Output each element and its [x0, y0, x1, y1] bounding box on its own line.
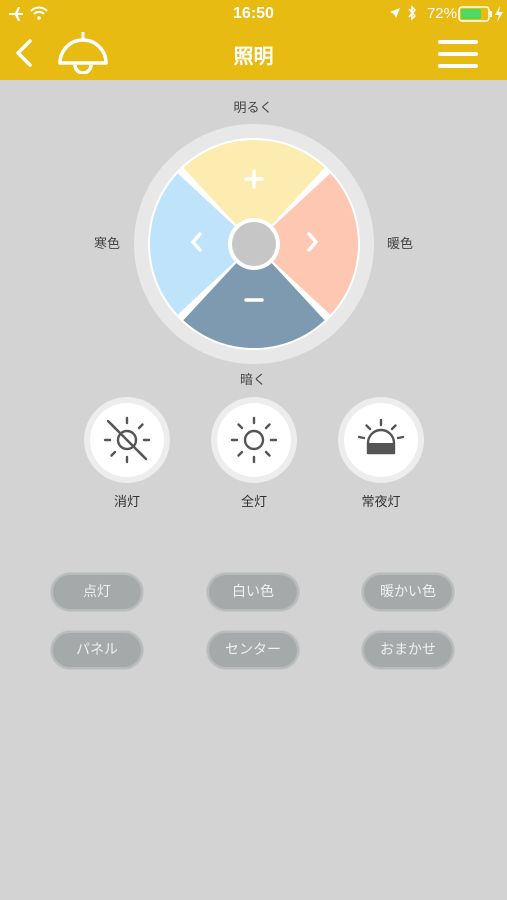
full-light-label: 全灯: [240, 495, 267, 510]
turn-on-button[interactable]: 点灯: [51, 573, 143, 611]
night-light-label: 常夜灯: [361, 495, 401, 510]
brighter-label: 明るく: [233, 101, 273, 116]
nav-bar: 照明: [0, 28, 507, 80]
light-control-dial: [134, 124, 374, 364]
status-bar: 16:50 72%: [0, 0, 507, 28]
darker-label: 暗く: [239, 373, 266, 388]
warm-color-button[interactable]: 暖かい色: [362, 573, 454, 611]
battery-percent: 72%: [426, 5, 457, 22]
menu-button[interactable]: [437, 38, 479, 70]
location-icon: [390, 8, 400, 18]
full-light-button[interactable]: [211, 397, 297, 483]
center-button[interactable]: センター: [207, 631, 299, 669]
bluetooth-icon: [408, 5, 417, 21]
lights-off-label: 消灯: [113, 495, 140, 510]
night-light-icon: [357, 418, 405, 455]
night-light-button[interactable]: [338, 397, 424, 483]
charging-icon: [495, 6, 503, 22]
sun-off-icon: [103, 416, 151, 464]
page-title: 照明: [233, 44, 274, 68]
auto-button[interactable]: おまかせ: [362, 631, 454, 669]
white-color-button[interactable]: 白い色: [207, 573, 299, 611]
dial-center-button[interactable]: [232, 222, 276, 266]
lights-off-button[interactable]: [84, 397, 170, 483]
sun-icon: [230, 416, 278, 464]
battery-icon: [458, 6, 492, 22]
panel-button[interactable]: パネル: [51, 631, 143, 669]
